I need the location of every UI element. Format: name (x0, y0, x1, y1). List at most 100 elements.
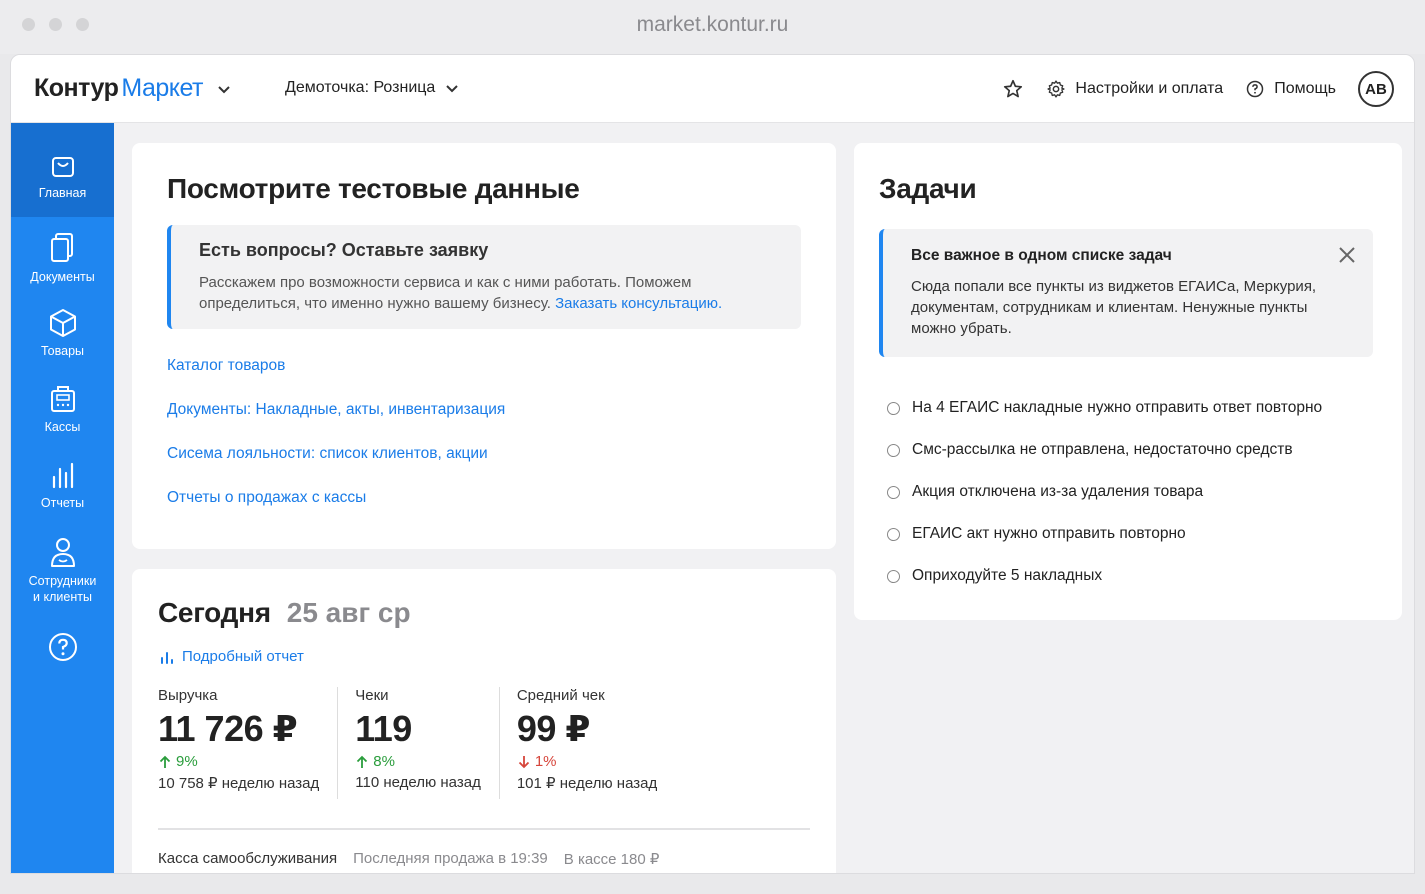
top-bar: Контур Маркет Демоточка: Розница Настрой… (11, 55, 1414, 123)
sidebar-item-label: Документы (30, 270, 95, 284)
avatar[interactable]: АВ (1358, 71, 1394, 107)
tasks-card: Задачи Все важное в одном списке задач С… (854, 143, 1402, 620)
task-radio[interactable] (887, 569, 900, 583)
chevron-down-icon (218, 85, 230, 93)
metric-checks: Чеки 119 8% 110 неделю назад (355, 687, 500, 799)
task-label: На 4 ЕГАИС накладные нужно отправить отв… (912, 399, 1323, 416)
task-item[interactable]: Оприходуйте 5 накладных (887, 555, 1322, 597)
topbar-actions: Настройки и оплата Помощь АВ (1002, 71, 1394, 107)
cash-register-icon (50, 386, 75, 412)
product-switcher[interactable]: Контур Маркет (34, 74, 231, 103)
settings-button[interactable]: Настройки и оплата (1046, 79, 1223, 99)
logo-part2: Маркет (121, 74, 203, 102)
sidebar-item-label: Кассы (44, 420, 81, 434)
task-list: На 4 ЕГАИС накладные нужно отправить отв… (887, 387, 1322, 597)
task-radio[interactable] (887, 443, 900, 457)
kassa-row[interactable]: Касса самообслуживания Последняя продажа… (158, 850, 659, 868)
today-title: Сегодня (158, 597, 271, 628)
test-data-links: Каталог товаров Документы: Накладные, ак… (167, 357, 505, 533)
browser-chrome: market.kontur.ru (0, 0, 1425, 54)
today-header: Сегодня 25 авг ср (158, 597, 411, 629)
documents-link[interactable]: Документы: Накладные, акты, инвентаризац… (167, 401, 505, 445)
notice-body: Сюда попали все пункты из виджетов ЕГАИС… (911, 278, 1317, 337)
app-window: Контур Маркет Демоточка: Розница Настрой… (10, 54, 1415, 874)
address-bar[interactable]: market.kontur.ru (0, 13, 1425, 37)
help-label: Помощь (1274, 80, 1336, 97)
metric-previous: 101 ₽ неделю назад (516, 775, 658, 792)
today-card: Сегодня 25 авг ср Подробный отчет Выручк… (132, 569, 836, 873)
sidebar-item-label: Отчеты (40, 496, 85, 510)
sidebar-item-label: Главная (38, 186, 87, 200)
sidebar-item-cash-registers[interactable]: Кассы (11, 369, 114, 445)
sidebar-item-products[interactable]: Товары (11, 293, 114, 369)
catalog-link[interactable]: Каталог товаров (167, 357, 505, 401)
box-icon (49, 309, 76, 337)
task-item[interactable]: Смс-рассылка не отправлена, недостаточно… (887, 429, 1322, 471)
task-item[interactable]: ЕГАИС акт нужно отправить повторно (887, 513, 1322, 555)
help-icon (48, 633, 77, 661)
task-radio[interactable] (887, 485, 900, 499)
task-item[interactable]: На 4 ЕГАИС накладные нужно отправить отв… (887, 387, 1322, 429)
bag-icon (51, 157, 74, 177)
arrow-up-icon (357, 755, 368, 768)
detailed-report-link[interactable]: Подробный отчет (160, 648, 304, 665)
settings-label: Настройки и оплата (1075, 80, 1224, 97)
sidebar-item-label-line1: Сотрудники (28, 574, 97, 588)
sidebar: Главная Документы Товары Кассы Отчеты Со… (11, 123, 114, 873)
task-radio[interactable] (887, 401, 900, 415)
metric-label: Выручка (158, 687, 218, 704)
arrow-up-icon (159, 755, 171, 768)
bar-chart-icon (52, 462, 73, 489)
task-radio[interactable] (887, 527, 900, 541)
close-icon[interactable] (1337, 245, 1357, 265)
metric-value: 99 ₽ (516, 708, 591, 749)
kassa-last-sale: Последняя продажа в 19:39 (353, 850, 548, 867)
person-icon (50, 538, 75, 567)
metric-delta: 9% (158, 753, 319, 770)
sidebar-item-home[interactable]: Главная (11, 123, 114, 217)
sidebar-item-reports[interactable]: Отчеты (11, 445, 114, 521)
metric-value: 11 726 ₽ (158, 708, 298, 749)
test-data-card: Посмотрите тестовые данные Есть вопросы?… (132, 143, 836, 549)
test-data-title: Посмотрите тестовые данные (167, 173, 580, 204)
metric-average-check: Средний чек 99 ₽ 1% 101 ₽ неделю назад (517, 687, 675, 799)
metric-delta-value: 1% (534, 753, 557, 770)
help-icon (1246, 80, 1264, 98)
star-icon[interactable] (1002, 78, 1024, 100)
task-label: Акция отключена из-за удаления товара (912, 483, 1204, 500)
order-consultation-link[interactable]: Заказать консультацию. (555, 295, 722, 312)
sales-reports-link[interactable]: Отчеты о продажах с кассы (167, 489, 505, 533)
notice-title: Есть вопросы? Оставьте заявку (199, 240, 489, 260)
kassa-name: Касса самообслуживания (158, 850, 338, 867)
task-label: ЕГАИС акт нужно отправить повторно (912, 525, 1186, 542)
sidebar-item-staff-clients[interactable]: Сотрудники и клиенты (11, 521, 114, 617)
metric-label: Средний чек (516, 687, 605, 704)
sidebar-item-help[interactable] (11, 617, 114, 693)
divider (158, 828, 810, 830)
detailed-report-label: Подробный отчет (182, 648, 304, 665)
sidebar-item-label-line2: и клиенты (33, 590, 92, 604)
task-item[interactable]: Акция отключена из-за удаления товара (887, 471, 1322, 513)
metric-delta: 1% (517, 753, 657, 770)
kassa-balance: В кассе 180 ₽ (563, 851, 660, 868)
metric-label: Чеки (355, 687, 389, 704)
logo-part1: Контур (34, 74, 119, 102)
metric-delta-value: 8% (373, 753, 395, 770)
metric-delta-value: 9% (176, 753, 198, 770)
sidebar-item-label: Товары (41, 344, 84, 358)
org-name: Демоточка: Розница (285, 79, 436, 96)
metric-revenue: Выручка 11 726 ₽ 9% 10 758 ₽ неделю наза… (158, 687, 339, 799)
metric-previous: 10 758 ₽ неделю назад (158, 775, 320, 792)
sidebar-item-documents[interactable]: Документы (11, 217, 114, 293)
tasks-title: Задачи (879, 173, 977, 204)
metric-previous: 110 неделю назад (355, 774, 481, 791)
bar-chart-icon (161, 651, 173, 664)
chevron-down-icon (446, 85, 459, 93)
org-switcher[interactable]: Демоточка: Розница (285, 79, 459, 97)
tasks-notice: Все важное в одном списке задач Сюда поп… (879, 229, 1373, 357)
loyalty-link[interactable]: Сисема лояльности: список клиентов, акци… (167, 445, 505, 489)
consultation-notice: Есть вопросы? Оставьте заявку Расскажем … (167, 225, 801, 329)
notice-body: Расскажем про возможности сервиса и как … (199, 272, 773, 314)
metrics-row: Выручка 11 726 ₽ 9% 10 758 ₽ неделю наза… (158, 687, 692, 799)
help-button[interactable]: Помощь (1245, 79, 1336, 99)
